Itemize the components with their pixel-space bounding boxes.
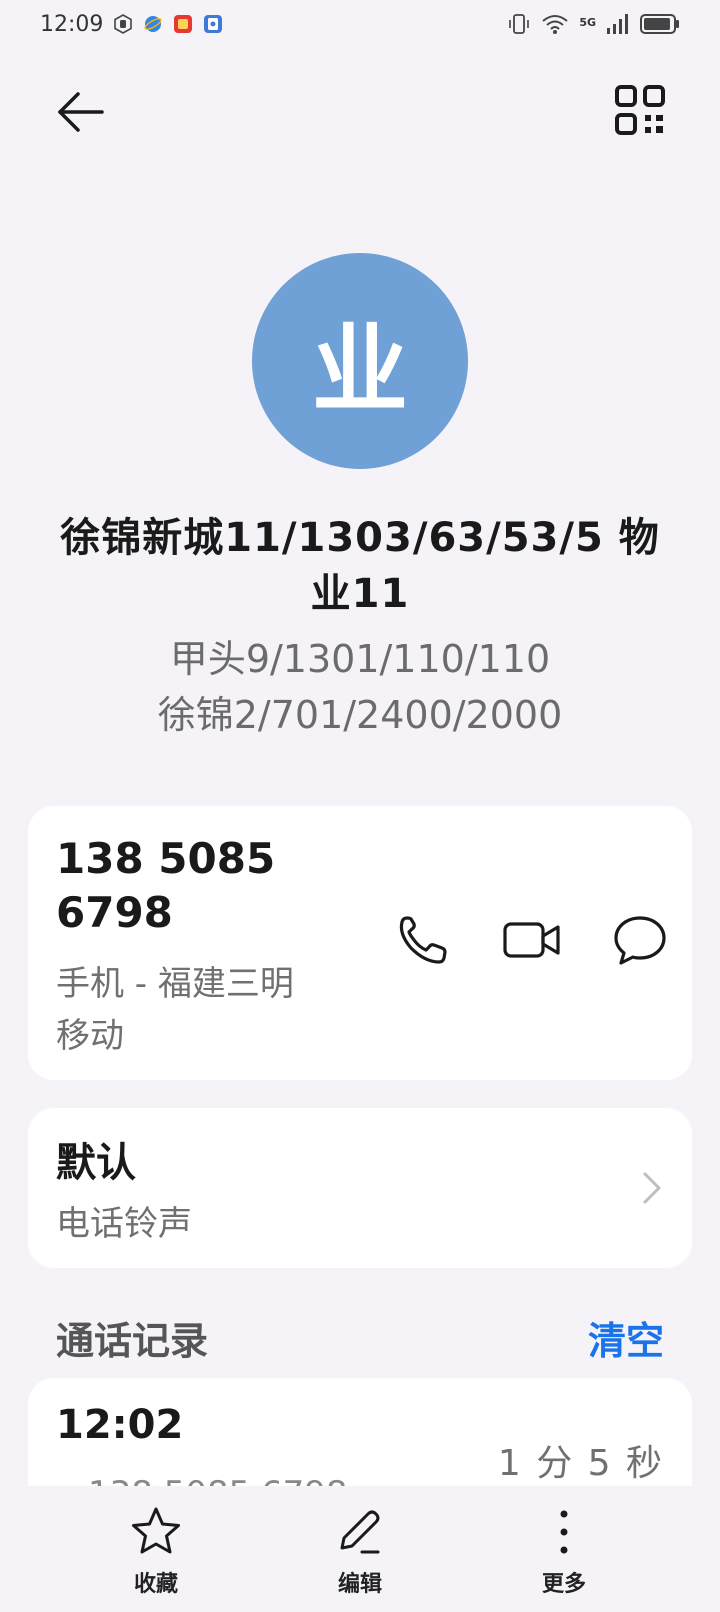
signal-icon — [607, 14, 628, 34]
favorite-button[interactable]: 收藏 — [96, 1504, 216, 1598]
more-label: 更多 — [541, 1572, 586, 1597]
phone-number-line1: 138 5085 — [56, 834, 276, 883]
contact-name: 徐锦新城11/1303/63/53/5 物业11 — [60, 515, 660, 617]
contact-avatar[interactable]: 业 — [252, 253, 468, 469]
contact-subtitle-2: 徐锦2/701/2400/2000 — [157, 693, 563, 737]
qr-code-icon[interactable] — [614, 84, 666, 136]
clear-call-log-button[interactable]: 清空 — [588, 1310, 664, 1365]
message-icon[interactable] — [610, 910, 670, 970]
phone-label: 手机 - 福建三明 移动 — [56, 958, 376, 1062]
hand-icon — [114, 14, 133, 34]
avatar-initial: 业 — [312, 313, 408, 426]
contact-subtitle-1: 甲头9/1301/110/110 — [169, 637, 551, 681]
back-arrow-icon[interactable] — [52, 84, 108, 140]
edit-label: 编辑 — [337, 1572, 382, 1597]
network-type: 5G — [579, 16, 596, 29]
phone-number-card[interactable]: 138 5085 6798 手机 - 福建三明 移动 — [28, 806, 692, 1080]
phone-icon[interactable] — [393, 910, 453, 970]
contact-detail-page: 12:09 5G 业 徐锦新城11/1303/63/53/5 物业11 甲头9/… — [0, 0, 720, 1612]
chevron-right-icon — [643, 1172, 661, 1204]
call-log-header: 通话记录 — [56, 1319, 209, 1363]
call-log-duration: 1 分 5 秒 — [497, 1443, 664, 1484]
bottom-action-bar: 收藏 编辑 更多 — [0, 1486, 720, 1612]
phone-label-line1: 手机 - 福建三明 — [56, 964, 294, 1004]
ringtone-subtitle: 电话铃声 — [56, 1204, 192, 1244]
phone-label-line2: 移动 — [56, 1016, 124, 1056]
ringtone-title: 默认 — [56, 1140, 136, 1186]
edit-button[interactable]: 编辑 — [300, 1504, 420, 1598]
document-app-icon — [204, 15, 223, 33]
vibrate-icon — [509, 14, 530, 34]
top-bar — [0, 72, 720, 152]
battery-icon — [640, 14, 679, 34]
favorite-label: 收藏 — [133, 1572, 178, 1597]
status-time: 12:09 — [40, 11, 104, 37]
pencil-icon — [340, 1510, 380, 1554]
star-icon — [132, 1507, 180, 1554]
status-bar: 12:09 5G — [0, 0, 720, 48]
call-log-time: 12:02 — [56, 1402, 184, 1448]
video-call-icon[interactable] — [502, 910, 562, 970]
phone-number-line2: 6798 — [56, 888, 173, 937]
shopping-app-icon — [174, 15, 193, 33]
more-button[interactable]: 更多 — [504, 1504, 624, 1598]
phone-number: 138 5085 6798 — [56, 832, 396, 940]
wifi-icon — [542, 15, 568, 34]
status-right: 5G — [507, 12, 680, 36]
status-left: 12:09 — [40, 12, 223, 37]
ringtone-card[interactable]: 默认 电话铃声 — [28, 1108, 692, 1268]
browser-app-icon — [144, 16, 163, 32]
more-vertical-icon — [560, 1510, 568, 1554]
